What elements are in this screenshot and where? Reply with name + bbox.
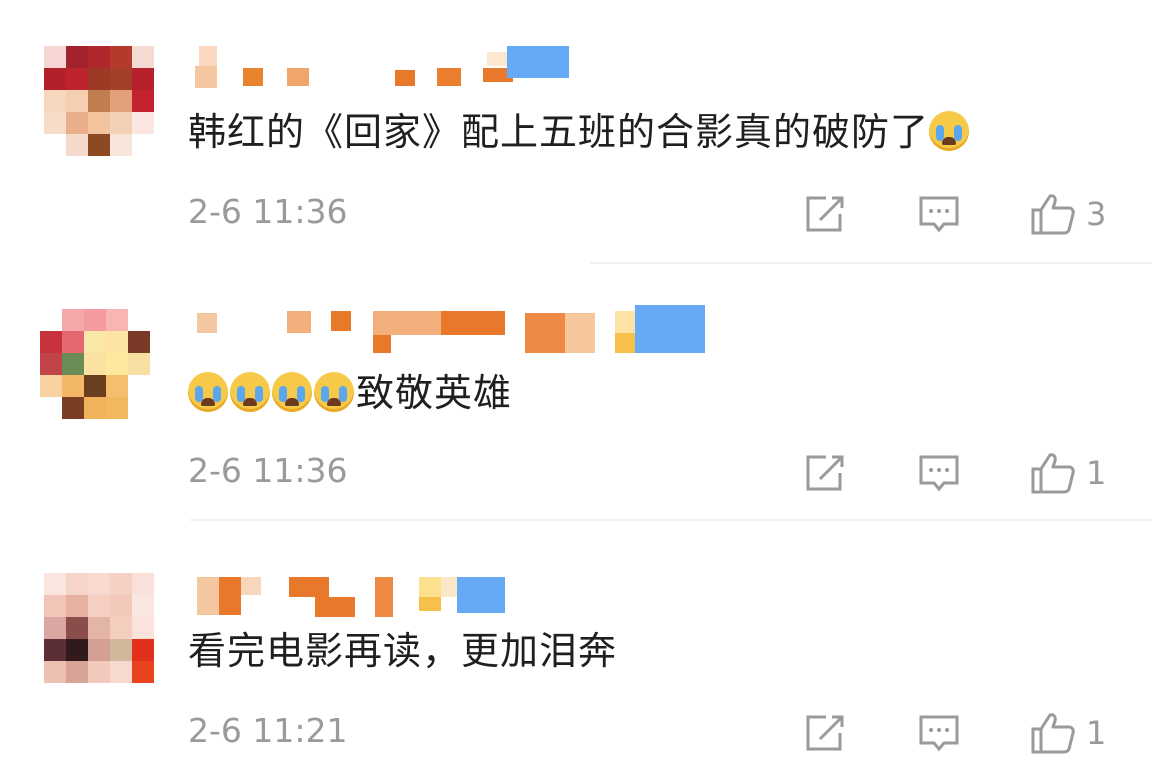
forward-icon	[806, 715, 844, 751]
comment-item: 看完电影再读，更加泪奔 2-6 11:21 1	[0, 521, 1152, 774]
thumbs-up-icon	[1031, 453, 1075, 494]
avatar[interactable]	[44, 46, 154, 156]
comment-item: 致敬英雄 2-6 11:36 1	[0, 263, 1152, 519]
crying-face-icon	[272, 372, 312, 412]
like-button[interactable]: 1	[1030, 451, 1106, 495]
comment-text: 致敬英雄	[188, 369, 512, 417]
comment-icon	[919, 455, 959, 492]
thumbs-up-icon	[1031, 713, 1075, 754]
comment-icon	[919, 196, 959, 233]
reply-button[interactable]	[918, 453, 960, 493]
comment-icon	[919, 715, 959, 752]
comment-time: 2-6 11:21	[188, 711, 348, 750]
like-count: 3	[1086, 195, 1107, 233]
comment-text: 韩红的《回家》配上五班的合影真的破防了	[188, 108, 971, 156]
crying-face-icon	[314, 372, 354, 412]
forward-icon	[806, 196, 844, 232]
comment-text: 看完电影再读，更加泪奔	[188, 629, 618, 673]
like-button[interactable]: 3	[1030, 192, 1106, 236]
reply-button[interactable]	[918, 194, 960, 234]
reply-button[interactable]	[918, 713, 960, 753]
comment-item: 韩红的《回家》配上五班的合影真的破防了 2-6 11:36 3	[0, 0, 1152, 262]
avatar[interactable]	[44, 573, 154, 683]
avatar[interactable]	[40, 309, 150, 419]
forward-button[interactable]	[804, 194, 846, 234]
username-blurred[interactable]	[195, 573, 515, 617]
forward-icon	[806, 455, 844, 491]
like-button[interactable]: 1	[1030, 711, 1106, 755]
comment-time: 2-6 11:36	[188, 192, 348, 231]
forward-button[interactable]	[804, 713, 846, 753]
crying-face-icon	[230, 372, 270, 412]
comment-time: 2-6 11:36	[188, 451, 348, 490]
username-blurred[interactable]	[195, 299, 715, 355]
username-blurred[interactable]	[195, 46, 575, 88]
crying-face-icon	[929, 111, 970, 151]
like-count: 1	[1086, 454, 1107, 492]
forward-button[interactable]	[804, 453, 846, 493]
thumbs-up-icon	[1031, 194, 1075, 235]
like-count: 1	[1086, 714, 1107, 752]
crying-face-icon	[188, 372, 228, 412]
